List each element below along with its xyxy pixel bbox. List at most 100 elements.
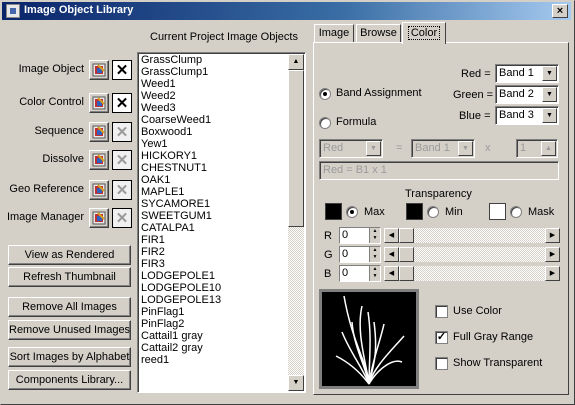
list-item[interactable]: Cattail2 gray: [140, 342, 290, 354]
close-icon: ✕: [115, 209, 129, 227]
row-label: Image Object: [18, 63, 84, 75]
full-gray-range-checkbox[interactable]: ✓: [435, 331, 448, 344]
list-item[interactable]: Weed1: [140, 78, 290, 90]
formula-text-value: Red = B1 x 1: [323, 164, 387, 176]
edit-icon: [92, 183, 106, 197]
min-color-swatch[interactable]: [406, 203, 423, 220]
mask-color-swatch[interactable]: [489, 203, 506, 220]
formula-text-field[interactable]: Red = B1 x 1: [319, 161, 559, 180]
mask-radio[interactable]: [510, 206, 522, 218]
list-item[interactable]: CHESTNUT1: [140, 162, 290, 174]
list-item[interactable]: PinFlag1: [140, 306, 290, 318]
g-value-spinner[interactable]: 0 ▲ ▼: [339, 246, 381, 263]
r-slider-left[interactable]: ◀: [384, 228, 399, 243]
edit-button[interactable]: [89, 122, 109, 142]
list-scrollbar[interactable]: ▲ ▼: [288, 54, 304, 391]
updown-icon[interactable]: ▲ ▼: [369, 266, 380, 281]
updown-icon[interactable]: ▲ ▼: [369, 247, 380, 262]
scroll-down-button[interactable]: ▼: [288, 375, 304, 391]
list-item[interactable]: FIR3: [140, 258, 290, 270]
list-item[interactable]: SYCAMORE1: [140, 198, 290, 210]
band-assignment-radio[interactable]: [319, 88, 331, 100]
row-label: Dissolve: [42, 153, 84, 165]
list-item[interactable]: HICKORY1: [140, 150, 290, 162]
tab-browse[interactable]: Browse: [356, 24, 401, 43]
min-radio[interactable]: [427, 206, 439, 218]
edit-icon: [92, 96, 106, 110]
close-icon: ✕: [115, 123, 129, 141]
b-slider[interactable]: ◀ ▶: [384, 266, 560, 281]
edit-button[interactable]: [89, 180, 109, 200]
g-slider-thumb[interactable]: [399, 247, 414, 262]
tab-image[interactable]: Image: [314, 24, 354, 43]
view-as-rendered-button[interactable]: View as Rendered: [8, 245, 131, 265]
list-item[interactable]: CATALPA1: [140, 222, 290, 234]
formula-channel-select[interactable]: Red ▼: [319, 139, 383, 158]
delete-button[interactable]: ✕: [112, 208, 132, 228]
list-item[interactable]: LODGEPOLE10: [140, 282, 290, 294]
formula-radio[interactable]: [319, 117, 331, 129]
list-item[interactable]: FIR1: [140, 234, 290, 246]
refresh-thumbnail-button[interactable]: Refresh Thumbnail: [8, 267, 131, 287]
g-slider-left[interactable]: ◀: [384, 247, 399, 262]
list-item[interactable]: Yew1: [140, 138, 290, 150]
r-slider-thumb[interactable]: [399, 228, 414, 243]
list-item[interactable]: OAK1: [140, 174, 290, 186]
grass-thumbnail-image: [335, 295, 405, 385]
remove-unused-images-button[interactable]: Remove Unused Images: [8, 320, 131, 340]
list-item[interactable]: Cattail1 gray: [140, 330, 290, 342]
delete-button[interactable]: ✕: [112, 180, 132, 200]
blue-band-select[interactable]: Band 3 ▼: [495, 106, 559, 125]
delete-button[interactable]: ✕: [112, 122, 132, 142]
tab-color[interactable]: Color: [402, 22, 446, 44]
formula-band-select[interactable]: Band 1 ▼: [411, 139, 475, 158]
list-item[interactable]: LODGEPOLE1: [140, 270, 290, 282]
components-library-button[interactable]: Components Library...: [8, 370, 131, 390]
edit-button[interactable]: [89, 150, 109, 170]
delete-button[interactable]: ✕: [112, 60, 132, 80]
list-item[interactable]: Weed2: [140, 90, 290, 102]
use-color-checkbox[interactable]: [435, 305, 448, 318]
scroll-thumb[interactable]: [288, 70, 304, 227]
list-item[interactable]: MAPLE1: [140, 186, 290, 198]
red-band-select[interactable]: Band 1 ▼: [495, 64, 559, 83]
list-item[interactable]: GrassClump: [140, 54, 290, 66]
red-label: Red =: [461, 68, 491, 80]
show-transparent-checkbox[interactable]: [435, 357, 448, 370]
b-value-spinner[interactable]: 0 ▲ ▼: [339, 265, 381, 282]
close-button[interactable]: ×: [552, 4, 568, 18]
delete-button[interactable]: ✕: [112, 93, 132, 113]
sort-images-button[interactable]: Sort Images by Alphabet: [8, 347, 131, 367]
list-item[interactable]: PinFlag2: [140, 318, 290, 330]
green-band-select[interactable]: Band 2 ▼: [495, 85, 559, 104]
remove-all-images-button[interactable]: Remove All Images: [8, 297, 131, 317]
g-slider-right[interactable]: ▶: [545, 247, 560, 262]
band-assignment-label: Band Assignment: [336, 87, 422, 99]
list-item[interactable]: reed1: [140, 354, 290, 366]
b-slider-right[interactable]: ▶: [545, 266, 560, 281]
r-slider[interactable]: ◀ ▶: [384, 228, 560, 243]
r-slider-right[interactable]: ▶: [545, 228, 560, 243]
times-sign: x: [485, 142, 491, 154]
list-item[interactable]: Weed3: [140, 102, 290, 114]
list-item[interactable]: CoarseWeed1: [140, 114, 290, 126]
edit-button[interactable]: [89, 208, 109, 228]
formula-multiplier[interactable]: 1 ▲: [516, 139, 558, 158]
image-objects-list[interactable]: GrassClump GrassClump1 Weed1 Weed2 Weed3 Coar…: [137, 52, 306, 393]
list-item[interactable]: FIR2: [140, 246, 290, 258]
list-item[interactable]: SWEETGUM1: [140, 210, 290, 222]
max-radio[interactable]: [346, 206, 358, 218]
r-value-spinner[interactable]: 0 ▲ ▼: [339, 227, 381, 244]
b-slider-left[interactable]: ◀: [384, 266, 399, 281]
list-item[interactable]: Boxwood1: [140, 126, 290, 138]
list-item[interactable]: LODGEPOLE13: [140, 294, 290, 306]
g-slider[interactable]: ◀ ▶: [384, 247, 560, 262]
list-item[interactable]: GrassClump1: [140, 66, 290, 78]
edit-button[interactable]: [89, 93, 109, 113]
edit-button[interactable]: [89, 60, 109, 80]
scroll-up-button[interactable]: ▲: [288, 54, 304, 70]
updown-icon[interactable]: ▲ ▼: [369, 228, 380, 243]
delete-button[interactable]: ✕: [112, 150, 132, 170]
b-slider-thumb[interactable]: [399, 266, 414, 281]
max-color-swatch[interactable]: [325, 203, 342, 220]
